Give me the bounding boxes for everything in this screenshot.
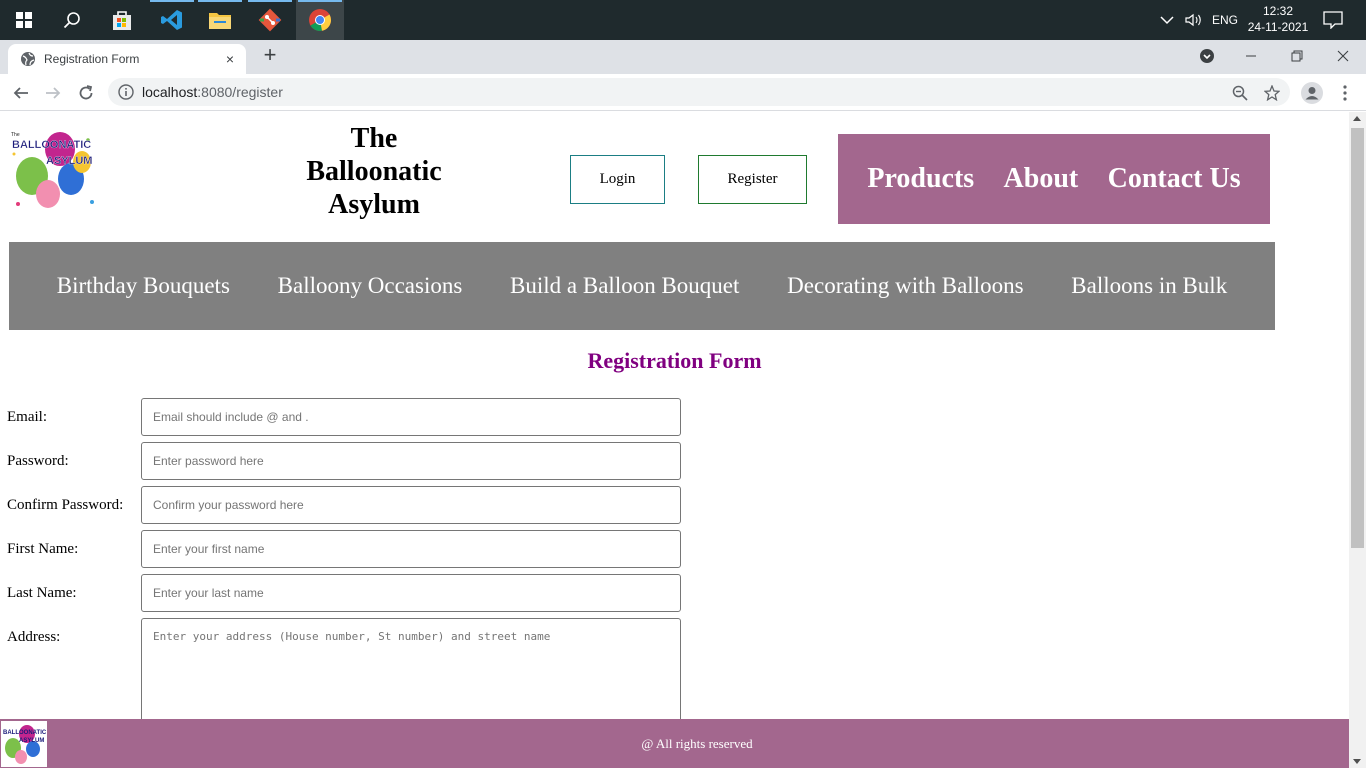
scrollbar-thumb[interactable] xyxy=(1351,128,1364,548)
menu-kebab-icon[interactable] xyxy=(1331,79,1359,107)
chrome-icon[interactable] xyxy=(296,0,344,40)
svg-text:BALLOONATIC: BALLOONATIC xyxy=(12,139,91,151)
nav-about-link[interactable]: About xyxy=(1004,163,1079,195)
tab-title: Registration Form xyxy=(44,52,140,66)
confirm-password-field[interactable] xyxy=(141,486,681,524)
tab-close-icon[interactable]: × xyxy=(222,51,238,67)
globe-icon xyxy=(21,52,35,66)
site-title-line: Asylum xyxy=(328,189,420,220)
category-build-bouquet-link[interactable]: Build a Balloon Bouquet xyxy=(510,273,739,299)
bookmark-star-icon[interactable] xyxy=(1258,79,1286,107)
url-path: :8080/register xyxy=(197,84,283,100)
first-name-label: First Name: xyxy=(7,541,79,557)
login-button[interactable]: Login xyxy=(570,155,665,204)
new-tab-button[interactable]: + xyxy=(258,44,282,68)
last-name-field[interactable] xyxy=(141,574,681,612)
site-title: The Balloonatic Asylum xyxy=(290,122,458,221)
browser-tabstrip: Registration Form × + xyxy=(0,40,1366,74)
page-scrollbar[interactable] xyxy=(1349,112,1366,768)
volume-icon[interactable] xyxy=(1185,0,1203,40)
svg-text:ASYLUM: ASYLUM xyxy=(19,738,44,744)
vscode-icon[interactable] xyxy=(148,0,196,40)
svg-text:BALLOONATIC: BALLOONATIC xyxy=(3,730,47,736)
nav-contact-link[interactable]: Contact Us xyxy=(1108,163,1241,195)
clock-date: 24-11-2021 xyxy=(1247,20,1309,34)
search-icon[interactable] xyxy=(48,0,96,40)
first-name-field[interactable] xyxy=(141,530,681,568)
page-viewport: The BALLOONATIC ASYLUM The Balloonatic A… xyxy=(0,112,1349,768)
zoom-icon[interactable] xyxy=(1226,79,1254,107)
register-button[interactable]: Register xyxy=(698,155,807,204)
file-explorer-icon[interactable] xyxy=(196,0,244,40)
category-bulk-link[interactable]: Balloons in Bulk xyxy=(1071,273,1227,299)
site-title-line: The xyxy=(350,123,398,154)
nav-products-link[interactable]: Products xyxy=(867,163,974,195)
form-heading: Registration Form xyxy=(587,348,762,373)
clock-time: 12:32 xyxy=(1262,4,1294,18)
page-footer: @ All rights reserved BALLOONATIC ASYLUM xyxy=(0,719,1349,768)
system-clock[interactable]: 12:32 24-11-2021 xyxy=(1240,3,1316,35)
restore-icon[interactable] xyxy=(1274,40,1320,72)
password-label: Password: xyxy=(7,453,69,469)
site-info-icon[interactable] xyxy=(118,84,134,100)
url-host: localhost xyxy=(142,84,198,100)
reload-icon[interactable] xyxy=(72,79,100,107)
scroll-up-arrow-icon[interactable] xyxy=(1353,116,1361,121)
footer-logo[interactable]: BALLOONATIC ASYLUM xyxy=(1,721,47,767)
confirm-password-label: Confirm Password: xyxy=(7,497,124,513)
category-birthday-bouquets-link[interactable]: Birthday Bouquets xyxy=(57,273,230,299)
email-field[interactable] xyxy=(141,398,681,436)
site-title-line: Balloonatic xyxy=(306,156,442,187)
browser-tab[interactable]: Registration Form × xyxy=(8,44,246,74)
windows-taskbar: ENG 12:32 24-11-2021 xyxy=(0,0,1366,40)
scroll-down-arrow-icon[interactable] xyxy=(1353,759,1361,764)
forward-arrow-icon[interactable] xyxy=(39,79,67,107)
profile-avatar-icon[interactable] xyxy=(1298,79,1326,107)
category-balloony-occasions-link[interactable]: Balloony Occasions xyxy=(278,273,463,299)
category-nav: Birthday Bouquets Balloony Occasions Bui… xyxy=(9,242,1275,330)
browser-toolbar: localhost:8080/register xyxy=(0,74,1366,111)
hidden-icons-chevron-icon[interactable] xyxy=(1160,0,1174,40)
start-icon[interactable] xyxy=(0,0,48,40)
footer-text: @ All rights reserved xyxy=(641,735,753,751)
close-window-icon[interactable] xyxy=(1320,40,1366,72)
svg-text:The: The xyxy=(11,132,20,138)
language-indicator[interactable]: ENG xyxy=(1212,0,1238,40)
notifications-icon[interactable] xyxy=(1323,0,1343,40)
tab-search-icon[interactable] xyxy=(1184,40,1230,72)
minimize-icon[interactable] xyxy=(1228,40,1274,72)
main-nav: Products About Contact Us xyxy=(838,134,1270,224)
email-label: Email: xyxy=(7,409,47,425)
svg-text:ASYLUM: ASYLUM xyxy=(46,155,92,167)
store-icon[interactable] xyxy=(98,0,146,40)
site-logo[interactable]: The BALLOONATIC ASYLUM xyxy=(8,124,100,216)
git-icon[interactable] xyxy=(246,0,294,40)
address-bar[interactable]: localhost:8080/register xyxy=(108,78,1290,106)
address-label: Address: xyxy=(7,629,61,645)
password-field[interactable] xyxy=(141,442,681,480)
address-field[interactable] xyxy=(141,618,681,728)
last-name-label: Last Name: xyxy=(7,585,77,601)
back-arrow-icon[interactable] xyxy=(7,79,35,107)
category-decorating-link[interactable]: Decorating with Balloons xyxy=(787,273,1023,299)
